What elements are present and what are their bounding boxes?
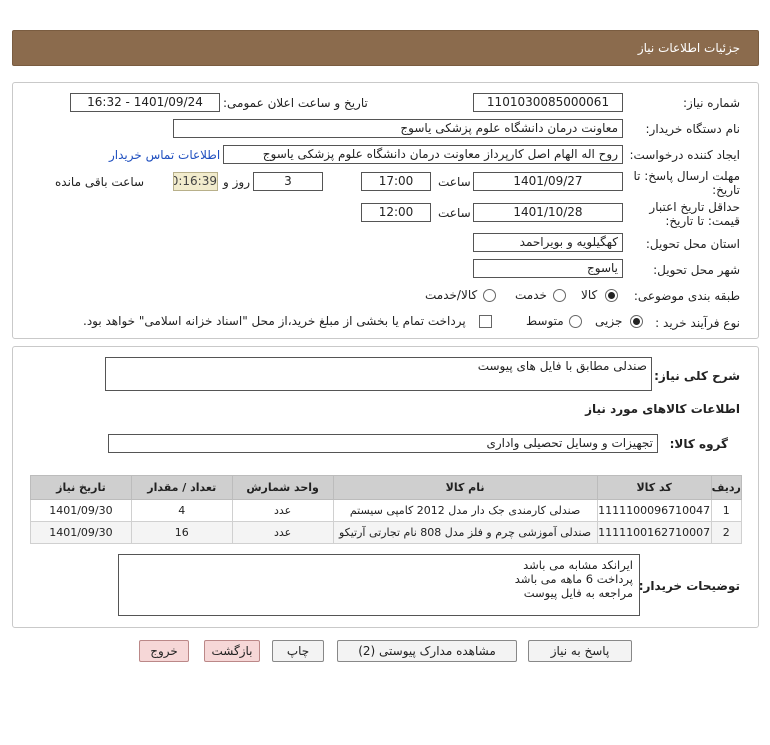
buyer-notes-label: توضیحات خریدار: bbox=[638, 579, 740, 593]
buyer-notes-box: ایرانکد مشابه می باشد پرداخت 6 ماهه می ب… bbox=[118, 554, 640, 616]
validity-time-label: ساعت bbox=[438, 206, 471, 220]
need-number-field: 1101030085000061 bbox=[473, 93, 623, 112]
back-button[interactable]: بازگشت bbox=[204, 640, 260, 662]
cell-unit: عدد bbox=[231, 499, 334, 522]
days-label: روز و bbox=[223, 175, 250, 189]
category-label: طبقه بندی موضوعی: bbox=[633, 289, 740, 303]
city-label: شهر محل تحویل: bbox=[653, 263, 740, 277]
category-radio-service[interactable] bbox=[553, 289, 566, 302]
province-label: استان محل تحویل: bbox=[645, 237, 740, 251]
need-number-label: شماره نیاز: bbox=[683, 96, 740, 110]
col-unit: واحد شمارش bbox=[231, 475, 334, 500]
category-radio-goods-service[interactable] bbox=[483, 289, 496, 302]
buyer-field: معاونت درمان دانشگاه علوم پزشکی یاسوج bbox=[173, 119, 623, 138]
category-option-service: خدمت bbox=[515, 288, 547, 302]
buyer-label: نام دستگاه خریدار: bbox=[645, 122, 741, 136]
category-option-goods: کالا bbox=[581, 288, 598, 302]
category-radio-goods[interactable] bbox=[605, 289, 618, 302]
province-field: کهگیلویه و بویراحمد bbox=[473, 233, 623, 252]
validity-time-field: 12:00 bbox=[361, 203, 431, 222]
col-code: کد کالا bbox=[596, 475, 712, 500]
goods-table: ردیف کد کالا نام کالا واحد شمارش تعداد /… bbox=[30, 475, 743, 544]
col-row: ردیف bbox=[710, 475, 743, 500]
col-date: تاریخ نیاز bbox=[30, 475, 132, 500]
validity-label: حداقل تاریخ اعتبار قیمت: تا تاریخ: bbox=[649, 200, 740, 228]
cell-code: 1111100162710007 bbox=[596, 521, 712, 544]
table-row: 2 1111100162710007 صندلی آموزشی چرم و فل… bbox=[30, 521, 743, 544]
deadline-date-field: 1401/09/27 bbox=[473, 172, 623, 191]
cell-date: 1401/09/30 bbox=[30, 499, 132, 522]
buyer-contact-link[interactable]: اطلاعات تماس خریدار bbox=[109, 148, 220, 162]
buyer-note-line: مراجعه به فایل پیوست bbox=[523, 586, 633, 600]
cell-name: صندلی آموزشی چرم و فلز مدل 808 نام تجارت… bbox=[332, 521, 598, 544]
col-name: نام کالا bbox=[332, 475, 598, 500]
cell-qty: 4 bbox=[130, 499, 233, 522]
cell-row: 1 bbox=[710, 499, 743, 522]
summary-field: صندلی مطابق با فایل های پیوست bbox=[105, 357, 652, 391]
cell-code: 1111100096710047 bbox=[596, 499, 712, 522]
reply-button[interactable]: پاسخ به نیاز bbox=[528, 640, 632, 662]
goods-group-field: تجهیزات و وسایل تحصیلی واداری bbox=[108, 434, 658, 453]
table-header-row: ردیف کد کالا نام کالا واحد شمارش تعداد /… bbox=[30, 475, 743, 500]
city-field: یاسوج bbox=[473, 259, 623, 278]
goods-group-label: گروه کالا: bbox=[669, 437, 728, 451]
creator-field: روح اله الهام اصل کارپرداز معاونت درمان … bbox=[223, 145, 623, 164]
view-documents-button[interactable]: مشاهده مدارک پیوستی (2) bbox=[337, 640, 517, 662]
validity-date-field: 1401/10/28 bbox=[473, 203, 623, 222]
treasury-note: پرداخت تمام یا بخشی از مبلغ خرید،از محل … bbox=[83, 314, 466, 328]
need-details-panel: شماره نیاز: 1101030085000061 تاریخ و ساع… bbox=[12, 82, 759, 339]
cell-unit: عدد bbox=[231, 521, 334, 544]
category-option-goods-service: کالا/خدمت bbox=[425, 288, 478, 302]
process-radio-medium[interactable] bbox=[569, 315, 582, 328]
process-option-medium: متوسط bbox=[526, 314, 564, 328]
page-title: جزئیات اطلاعات نیاز bbox=[637, 41, 740, 55]
table-row: 1 1111100096710047 صندلی کارمندی جک دار … bbox=[30, 499, 743, 522]
cell-qty: 16 bbox=[130, 521, 233, 544]
deadline-days-field: 3 bbox=[253, 172, 323, 191]
deadline-time-field: 17:00 bbox=[361, 172, 431, 191]
process-radio-minor[interactable] bbox=[630, 315, 643, 328]
deadline-time-label: ساعت bbox=[438, 175, 471, 189]
print-button[interactable]: چاپ bbox=[272, 640, 324, 662]
announce-label: تاریخ و ساعت اعلان عمومی: bbox=[223, 96, 368, 110]
cell-row: 2 bbox=[710, 521, 743, 544]
goods-panel: شرح کلی نیاز: صندلی مطابق با فایل های پی… bbox=[12, 346, 759, 628]
remaining-time-field: 00:16:39 bbox=[173, 172, 218, 191]
deadline-label: مهلت ارسال پاسخ: تا تاریخ: bbox=[633, 169, 740, 197]
exit-button[interactable]: خروج bbox=[139, 640, 189, 662]
announce-field: 1401/09/24 - 16:32 bbox=[70, 93, 220, 112]
buyer-note-line: ایرانکد مشابه می باشد bbox=[523, 558, 633, 572]
process-option-minor: جزیی bbox=[595, 314, 623, 328]
goods-section-header: اطلاعات کالاهای مورد نیاز bbox=[585, 402, 740, 416]
process-label: نوع فرآیند خرید : bbox=[655, 316, 740, 330]
remaining-label: ساعت باقی مانده bbox=[55, 175, 145, 189]
treasury-checkbox[interactable] bbox=[479, 315, 492, 328]
cell-name: صندلی کارمندی جک دار مدل 2012 کامپی سیست… bbox=[332, 499, 598, 522]
buyer-note-line: پرداخت 6 ماهه می باشد bbox=[514, 572, 633, 586]
col-qty: تعداد / مقدار bbox=[130, 475, 233, 500]
cell-date: 1401/09/30 bbox=[30, 521, 132, 544]
page-title-bar: جزئیات اطلاعات نیاز bbox=[12, 30, 759, 66]
creator-label: ایجاد کننده درخواست: bbox=[629, 148, 740, 162]
summary-label: شرح کلی نیاز: bbox=[654, 369, 740, 383]
